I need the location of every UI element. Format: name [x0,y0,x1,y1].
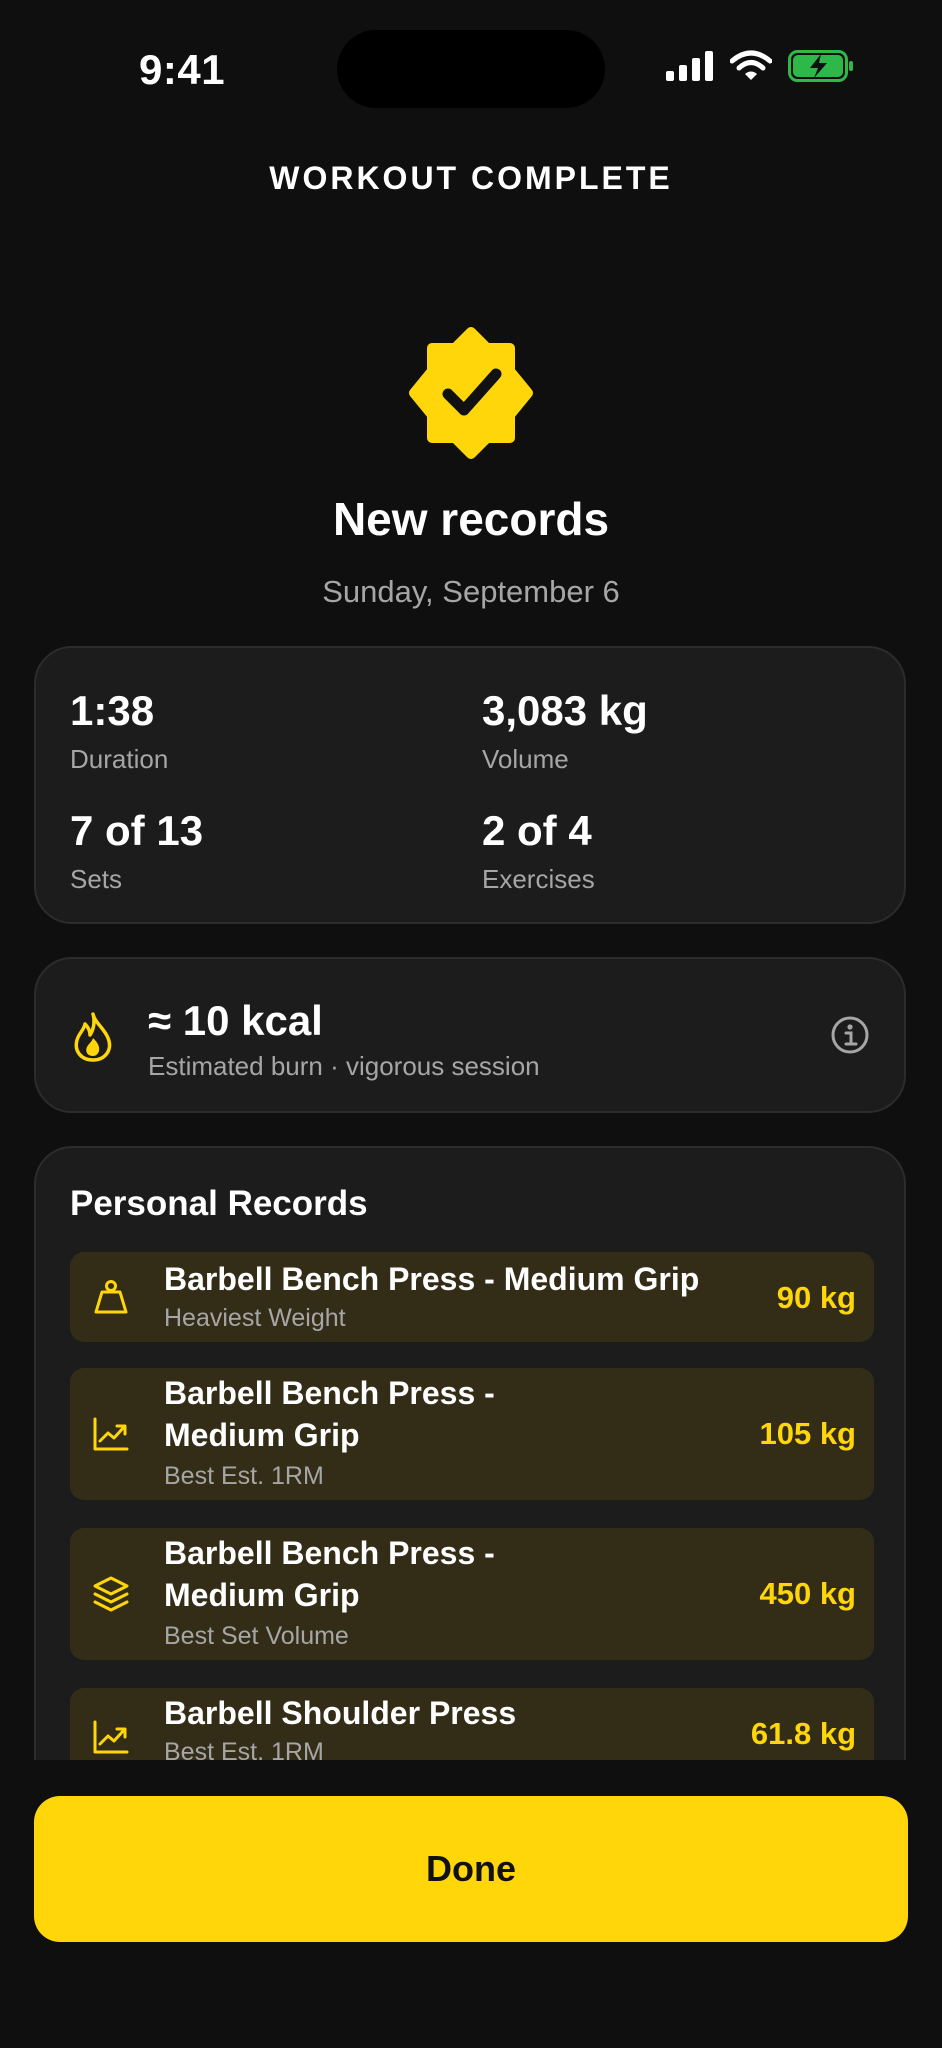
flame-icon [74,1012,112,1062]
record-exercise-name: Barbell Bench Press - Medium Grip [164,1532,495,1616]
done-button[interactable]: Done [34,1796,908,1942]
cellular-signal-icon [666,51,713,81]
stat-duration: 1:38 Duration [70,690,168,775]
status-bar: 9:41 [0,0,942,140]
trend-up-icon [93,1417,129,1451]
record-row[interactable]: Barbell Bench Press - Medium Grip Heavie… [70,1252,874,1342]
dynamic-island [337,30,605,108]
stat-volume: 3,083 kg Volume [482,690,648,775]
trend-up-icon [93,1720,129,1754]
record-row[interactable]: Barbell Shoulder Press Best Est. 1RM 61.… [70,1688,874,1766]
stat-value: 7 of 13 [70,807,204,854]
calories-value: ≈ 10 kcal [148,997,323,1044]
stat-value: 2 of 4 [482,807,592,854]
status-icons [666,50,854,82]
record-exercise-name-line1: Barbell Bench Press - [164,1375,495,1411]
personal-records-card: Personal Records Barbell Bench Press - M… [34,1146,906,1766]
stat-label: Exercises [482,864,595,894]
record-row[interactable]: Barbell Bench Press - Medium Grip Best E… [70,1368,874,1500]
record-exercise-name-line2: Medium Grip [164,1577,360,1613]
page-title: WORKOUT COMPLETE [269,160,673,196]
stats-card: 1:38 Duration 3,083 kg Volume 7 of 13 Se… [34,646,906,924]
record-type: Heaviest Weight [164,1304,346,1332]
info-icon[interactable] [830,1015,870,1055]
record-exercise-name-line2: Medium Grip [164,1417,360,1453]
stat-sets: 7 of 13 Sets [70,810,203,895]
calories-subtitle: Estimated burn · vigorous session [148,1051,540,1081]
workout-date: Sunday, September 6 [322,574,620,609]
status-time: 9:41 [139,46,226,93]
stat-label: Sets [70,864,123,894]
record-type: Best Set Volume [164,1622,349,1650]
battery-charging-icon [788,50,853,82]
stat-label: Duration [70,744,169,774]
wifi-icon [730,50,772,80]
record-exercise-name: Barbell Shoulder Press [164,1695,517,1731]
stat-exercises: 2 of 4 Exercises [482,810,595,895]
record-row[interactable]: Barbell Bench Press - Medium Grip Best S… [70,1528,874,1660]
stat-value: 3,083 kg [482,687,648,734]
weight-icon [94,1280,128,1314]
stat-value: 1:38 [70,687,155,734]
record-value: 90 kg [776,1280,856,1315]
personal-records-title: Personal Records [70,1184,368,1223]
record-value: 61.8 kg [750,1716,856,1751]
stat-label: Volume [482,744,569,774]
headline: New records [332,493,610,545]
record-exercise-name: Barbell Bench Press - Medium Grip [164,1261,700,1297]
record-value: 450 kg [759,1576,856,1611]
record-exercise-name: Barbell Bench Press - Medium Grip [164,1372,495,1456]
record-value: 105 kg [759,1416,856,1451]
record-exercise-name-line1: Barbell Bench Press - [164,1535,495,1571]
record-type: Best Est. 1RM [164,1462,324,1490]
calories-card: ≈ 10 kcal Estimated burn · vigorous sess… [34,957,906,1113]
verified-check-badge-icon [409,327,533,459]
layers-icon [93,1576,129,1612]
